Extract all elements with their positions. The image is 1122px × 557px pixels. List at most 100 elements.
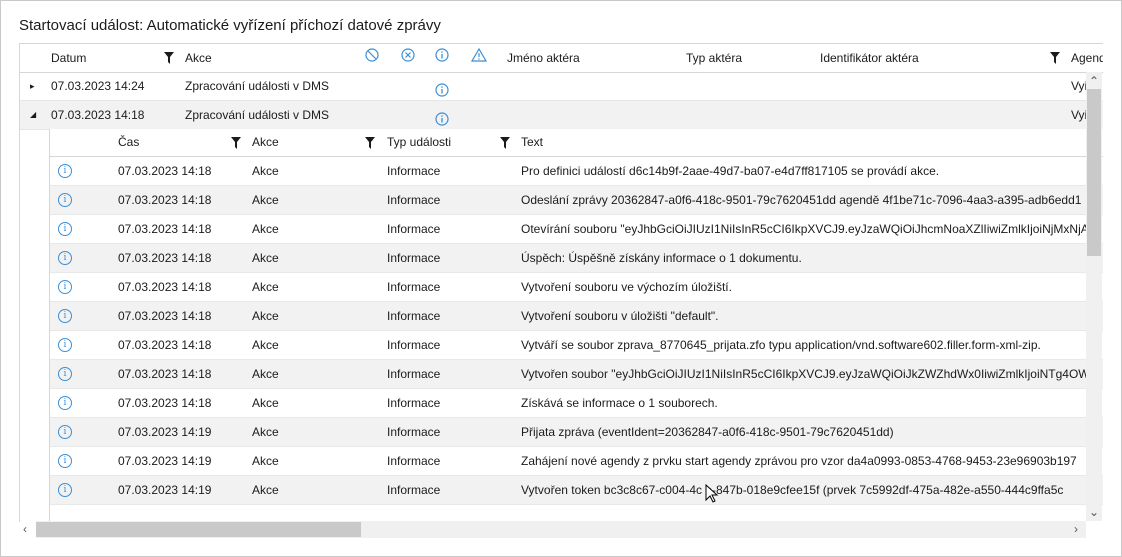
cell-text: Přijata zpráva (eventIdent=20362847-a0f6… bbox=[521, 425, 894, 439]
detail-row[interactable]: i 07.03.2023 14:19 Akce Informace Přijat… bbox=[50, 418, 1103, 447]
collapse-icon[interactable]: ◢ bbox=[30, 101, 36, 129]
cell-akce: Akce bbox=[252, 483, 279, 497]
cancel-circle-icon[interactable] bbox=[401, 44, 415, 72]
cell-typ: Informace bbox=[387, 222, 441, 236]
detail-row[interactable]: i 07.03.2023 14:18 Akce Informace Otevír… bbox=[50, 215, 1103, 244]
row-datum: 07.03.2023 14:18 bbox=[51, 108, 145, 122]
cell-cas: 07.03.2023 14:18 bbox=[118, 251, 212, 265]
warning-icon[interactable] bbox=[470, 44, 488, 72]
cell-typ: Informace bbox=[387, 309, 441, 323]
detail-row[interactable]: i 07.03.2023 14:19 Akce Informace Zaháje… bbox=[50, 447, 1103, 476]
horizontal-scroll-thumb[interactable] bbox=[36, 522, 361, 537]
panel-title: Startovací událost: Automatické vyřízení… bbox=[19, 17, 441, 34]
cell-akce: Akce bbox=[252, 222, 279, 236]
row-akce: Zpracování události v DMS bbox=[185, 79, 330, 93]
cell-akce: Akce bbox=[252, 425, 279, 439]
info-icon: i bbox=[58, 164, 72, 178]
cell-akce: Akce bbox=[252, 251, 279, 265]
cell-text: Pro definici událostí d6c14b9f-2aae-49d7… bbox=[521, 164, 940, 178]
blocked-icon[interactable] bbox=[365, 44, 379, 72]
table-row[interactable]: ◢ 07.03.2023 14:18 Zpracování události v… bbox=[20, 101, 1103, 130]
cell-akce: Akce bbox=[252, 280, 279, 294]
cell-typ: Informace bbox=[387, 483, 441, 497]
detail-row[interactable]: i 07.03.2023 14:18 Akce Informace Vytvoř… bbox=[50, 302, 1103, 331]
detail-grid-header: Čas Akce Typ události Text bbox=[50, 129, 1103, 157]
cell-cas: 07.03.2023 14:19 bbox=[118, 483, 212, 497]
column-header-agenda[interactable]: Agend bbox=[1071, 44, 1103, 72]
cell-typ: Informace bbox=[387, 454, 441, 468]
cell-typ: Informace bbox=[387, 367, 441, 381]
cell-akce: Akce bbox=[252, 338, 279, 352]
detail-row[interactable]: i 07.03.2023 14:18 Akce Informace Pro de… bbox=[50, 157, 1103, 186]
cell-text: Vytvořen token bc3c8c67-c004-4c e-847b-0… bbox=[521, 483, 1064, 497]
scroll-up-icon[interactable]: ⌃ bbox=[1089, 74, 1099, 88]
detail-row[interactable]: i 07.03.2023 14:18 Akce Informace Získáv… bbox=[50, 389, 1103, 418]
detail-row[interactable]: i 07.03.2023 14:18 Akce Informace Vytvoř… bbox=[50, 273, 1103, 302]
cell-cas: 07.03.2023 14:18 bbox=[118, 367, 212, 381]
detail-row[interactable]: i 07.03.2023 14:19 Akce Informace Vytvoř… bbox=[50, 476, 1103, 505]
cell-typ: Informace bbox=[387, 338, 441, 352]
cell-text: Vytvoření souboru v úložišti "default". bbox=[521, 309, 719, 323]
table-row[interactable]: ▸ 07.03.2023 14:24 Zpracování události v… bbox=[20, 72, 1103, 101]
column-header-datum[interactable]: Datum bbox=[51, 44, 86, 72]
column-header-typ-aktera[interactable]: Typ aktéra bbox=[686, 44, 742, 72]
vertical-scroll-thumb[interactable] bbox=[1087, 89, 1101, 256]
cell-typ: Informace bbox=[387, 396, 441, 410]
info-icon[interactable] bbox=[435, 44, 449, 72]
cell-cas: 07.03.2023 14:18 bbox=[118, 193, 212, 207]
column-header-typ-udalosti[interactable]: Typ události bbox=[387, 129, 451, 156]
cell-cas: 07.03.2023 14:19 bbox=[118, 454, 212, 468]
cell-akce: Akce bbox=[252, 193, 279, 207]
grid-header: Datum Akce Jméno aktéra Typ aktéra Ident… bbox=[20, 44, 1103, 73]
info-icon: i bbox=[58, 425, 72, 439]
expand-icon[interactable]: ▸ bbox=[30, 72, 35, 100]
info-icon: i bbox=[58, 396, 72, 410]
cell-text: Odeslání zprávy 20362847-a0f6-418c-9501-… bbox=[521, 193, 1082, 207]
detail-row[interactable]: i 07.03.2023 14:18 Akce Informace Úspěch… bbox=[50, 244, 1103, 273]
detail-row[interactable]: i 07.03.2023 14:18 Akce Informace Odeslá… bbox=[50, 186, 1103, 215]
cell-text: Otevírání souboru "eyJhbGciOiJIUzI1NiIsI… bbox=[521, 222, 1089, 236]
scroll-down-icon[interactable]: ⌄ bbox=[1089, 505, 1099, 519]
cell-akce: Akce bbox=[252, 309, 279, 323]
info-icon: i bbox=[58, 251, 72, 265]
event-grid: Datum Akce Jméno aktéra Typ aktéra Ident… bbox=[19, 43, 1103, 522]
detail-row[interactable]: i 07.03.2023 14:18 Akce Informace Vytvoř… bbox=[50, 360, 1103, 389]
cell-typ: Informace bbox=[387, 280, 441, 294]
cell-akce: Akce bbox=[252, 164, 279, 178]
cell-typ: Informace bbox=[387, 193, 441, 207]
column-header-akce[interactable]: Akce bbox=[252, 129, 279, 156]
column-header-akce[interactable]: Akce bbox=[185, 44, 212, 72]
column-header-text[interactable]: Text bbox=[521, 129, 543, 156]
cell-cas: 07.03.2023 14:18 bbox=[118, 280, 212, 294]
info-icon: i bbox=[58, 193, 72, 207]
cell-cas: 07.03.2023 14:18 bbox=[118, 164, 212, 178]
cell-text: Vytváří se soubor zprava_8770645_prijata… bbox=[521, 338, 1041, 352]
cell-text: Vytvořen soubor "eyJhbGciOiJIUzI1NiIsInR… bbox=[521, 367, 1089, 381]
cell-akce: Akce bbox=[252, 454, 279, 468]
info-icon: i bbox=[58, 280, 72, 294]
column-header-identifikator-aktera[interactable]: Identifikátor aktéra bbox=[820, 44, 919, 72]
cell-typ: Informace bbox=[387, 164, 441, 178]
scroll-left-icon[interactable]: ‹ bbox=[23, 522, 27, 536]
column-header-cas[interactable]: Čas bbox=[118, 129, 139, 156]
row-akce: Zpracování události v DMS bbox=[185, 108, 330, 122]
filter-akce-icon[interactable] bbox=[365, 137, 375, 149]
cell-akce: Akce bbox=[252, 396, 279, 410]
info-icon: i bbox=[58, 309, 72, 323]
filter-cas-icon[interactable] bbox=[231, 137, 241, 149]
column-header-jmeno-aktera[interactable]: Jméno aktéra bbox=[507, 44, 580, 72]
cell-cas: 07.03.2023 14:18 bbox=[118, 222, 212, 236]
cell-cas: 07.03.2023 14:18 bbox=[118, 396, 212, 410]
filter-datum-icon[interactable] bbox=[164, 52, 174, 64]
cell-akce: Akce bbox=[252, 367, 279, 381]
cell-cas: 07.03.2023 14:18 bbox=[118, 309, 212, 323]
cell-cas: 07.03.2023 14:18 bbox=[118, 338, 212, 352]
detail-row[interactable]: i 07.03.2023 14:18 Akce Informace Vytvář… bbox=[50, 331, 1103, 360]
scroll-right-icon[interactable]: › bbox=[1074, 522, 1078, 536]
filter-identifikator-icon[interactable] bbox=[1050, 52, 1060, 64]
detail-grid: Čas Akce Typ události Text i 07.03.2023 … bbox=[49, 129, 1103, 522]
filter-typ-icon[interactable] bbox=[500, 137, 510, 149]
cell-typ: Informace bbox=[387, 425, 441, 439]
cell-text: Úspěch: Úspěšně získány informace o 1 do… bbox=[521, 251, 802, 265]
info-icon: i bbox=[58, 338, 72, 352]
